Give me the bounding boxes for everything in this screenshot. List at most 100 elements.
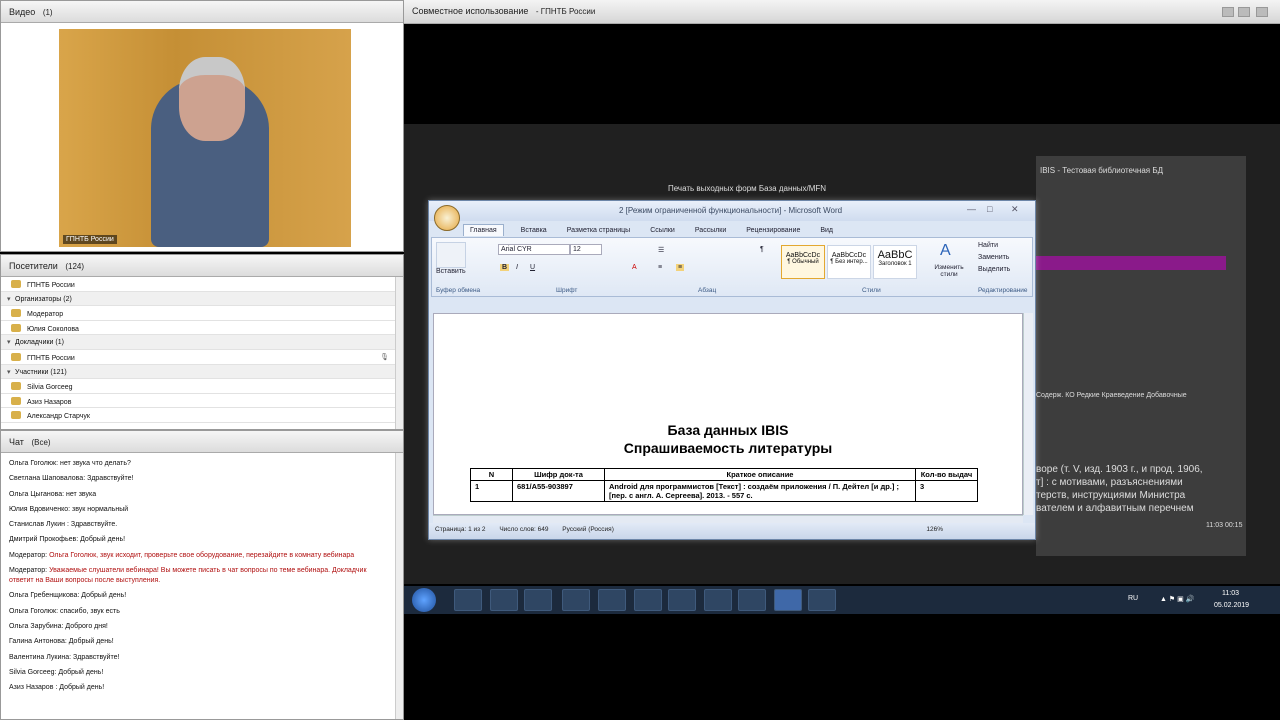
start-button-icon[interactable] xyxy=(412,588,436,612)
globe-icon[interactable] xyxy=(634,589,662,611)
chat-text: Добрый день! xyxy=(79,592,127,600)
chat-scrollbar[interactable] xyxy=(395,453,403,719)
explorer-icon[interactable] xyxy=(490,589,518,611)
attendee-row[interactable]: Азиз Назаров xyxy=(1,394,395,409)
select-button[interactable]: Выделить xyxy=(978,266,1010,273)
ribbon-tab[interactable]: Рецензирование xyxy=(743,225,803,236)
align-left-icon[interactable]: ≡ xyxy=(658,264,662,271)
font-name-select[interactable]: Arial CYR xyxy=(498,244,570,255)
attendee-group[interactable]: ▾ Участники (121) xyxy=(1,364,395,380)
attendee-row[interactable]: Александр Старчук xyxy=(1,408,395,423)
presenter-face xyxy=(179,57,245,141)
chat-text: Ольга Гоголюк, звук исходит, проверьте с… xyxy=(47,551,355,559)
attendee-list[interactable]: ГПНТБ России ▾ Организаторы (2) Модератор Юл… xyxy=(1,277,395,429)
ribbon-tab[interactable]: Рассылки xyxy=(692,225,729,236)
zoom-level[interactable]: 126% xyxy=(926,526,943,533)
attendee-row[interactable]: ГПНТБ России xyxy=(1,277,395,292)
find-button[interactable]: Найти xyxy=(978,242,998,249)
ribbon-tab[interactable]: Вставка xyxy=(518,225,550,236)
chat-author: Ольга Цыганова: xyxy=(9,490,65,498)
chat-message: Станислав Лукин : Здравствуйте. xyxy=(9,520,387,530)
style-heading-1[interactable]: AaBbC Заголовок 1 xyxy=(873,245,917,279)
italic-button[interactable]: I xyxy=(516,264,518,271)
font-size-select[interactable]: 12 xyxy=(570,244,602,255)
attendee-row[interactable]: Silvia Gorceeg xyxy=(1,379,395,394)
chat-pod-header[interactable]: Чат (Все) xyxy=(1,431,403,453)
attendee-scrollbar[interactable] xyxy=(395,277,403,429)
replace-button[interactable]: Заменить xyxy=(978,254,1009,261)
font-color-button[interactable]: A xyxy=(632,264,637,271)
attendees-count: (124) xyxy=(65,262,85,271)
pod-menu-icon[interactable] xyxy=(1256,7,1268,17)
expand-caret-icon[interactable]: ▾ xyxy=(7,338,15,346)
office-button-icon[interactable] xyxy=(434,205,460,231)
word-window[interactable]: 2 [Режим ограниченной функциональности] … xyxy=(428,200,1036,540)
ibis-app-icon[interactable] xyxy=(668,589,696,611)
word-minimize-icon[interactable]: — xyxy=(967,204,976,214)
pod-minimize-icon[interactable] xyxy=(1222,7,1234,17)
word-maximize-icon[interactable]: □ xyxy=(987,204,992,214)
paste-icon[interactable] xyxy=(436,242,466,268)
table-header-row: N Шифр док-та Краткое описание Кол-во вы… xyxy=(470,468,978,481)
chat-message: Юлия Вдовиченко: звук нормальный xyxy=(9,505,387,515)
ibis-app-icon-4[interactable] xyxy=(808,589,836,611)
attendee-group[interactable]: ▾ Организаторы (2) xyxy=(1,291,395,307)
chat-author: Ольга Гоголюк: xyxy=(9,460,59,467)
ribbon-tabs: Главная Вставка Разметка страницы Ссылки Рас… xyxy=(429,221,1035,236)
video-pod-header[interactable]: Видео (1) xyxy=(1,1,403,23)
chat-author: Светлана Шаповалова: xyxy=(9,475,86,483)
ibis-selection-bar xyxy=(1036,256,1226,270)
taskbar: RU ▲ ⚑ ▣ 🔊 11:03 05.02.2019 xyxy=(404,586,1280,614)
attendee-row[interactable]: Юлия Соколова xyxy=(1,321,395,336)
clock-time[interactable]: 11:03 xyxy=(1222,590,1239,597)
attendee-row[interactable]: Модератор xyxy=(1,306,395,321)
media-player-icon[interactable] xyxy=(524,589,552,611)
ie-icon[interactable] xyxy=(454,589,482,611)
chat-author: Юлия Вдовиченко: xyxy=(9,505,71,513)
attendee-label: Александр Старчук xyxy=(27,413,90,421)
ibis-side-text-4: вателем и алфавитным перечнем xyxy=(1036,503,1194,514)
ribbon-tab[interactable]: Разметка страницы xyxy=(564,225,634,236)
doc-title-2: Спрашиваемость литературы xyxy=(623,440,833,456)
style-normal[interactable]: AaBbCcDc ¶ Обычный xyxy=(781,245,825,279)
print-window-title: Печать выходных форм База данных/MFN xyxy=(668,184,827,193)
style-no-spacing[interactable]: AaBbCcDc ¶ Без интер... xyxy=(827,245,871,279)
word-close-icon[interactable]: ✕ xyxy=(1011,204,1019,215)
align-center-icon[interactable]: ≡ xyxy=(676,264,685,271)
video-pod: Видео (1) ГПНТБ России xyxy=(0,0,404,252)
chat-message: Галина Антонова: Добрый день! xyxy=(9,637,387,647)
clock-date[interactable]: 05.02.2019 xyxy=(1214,602,1249,609)
bold-button[interactable]: B xyxy=(500,264,510,271)
change-styles-button[interactable]: Изменить стили xyxy=(930,264,968,278)
expand-caret-icon[interactable]: ▾ xyxy=(7,368,15,376)
ribbon-tab[interactable]: Главная xyxy=(463,224,504,236)
user-icon xyxy=(11,280,21,288)
attendees-pod-header[interactable]: Посетители (124) xyxy=(1,255,403,277)
pod-restore-icon[interactable] xyxy=(1238,7,1250,17)
ibis-tabs-line: Содерж. КО Редкие Краеведение Добавочные xyxy=(1036,392,1187,399)
keyboard-language[interactable]: RU xyxy=(1128,595,1138,602)
attendee-row[interactable]: ГПНТБ России 🎙 xyxy=(1,350,395,365)
word-taskbar-icon[interactable] xyxy=(774,589,802,611)
doc-vertical-scrollbar[interactable] xyxy=(1023,313,1033,515)
chrome-icon[interactable] xyxy=(562,589,590,611)
paste-button[interactable]: Вставить xyxy=(436,268,466,275)
ibis-app-icon-2[interactable] xyxy=(704,589,732,611)
tray-icons[interactable]: ▲ ⚑ ▣ 🔊 xyxy=(1160,595,1194,603)
group-paragraph: Абзац xyxy=(698,287,717,294)
bullets-icon[interactable]: ☰ xyxy=(658,246,664,254)
underline-button[interactable]: U xyxy=(530,264,535,271)
ribbon-tab[interactable]: Ссылки xyxy=(647,225,678,236)
ibis-app-icon-3[interactable] xyxy=(738,589,766,611)
pilcrow-icon[interactable]: ¶ xyxy=(760,246,764,253)
ribbon-tab[interactable]: Вид xyxy=(817,225,836,236)
attendee-label: ГПНТБ России xyxy=(27,282,75,289)
excel-icon[interactable] xyxy=(598,589,626,611)
share-title: Совместное использование xyxy=(412,6,529,16)
chat-message: Светлана Шаповалова: Здравствуйте! xyxy=(9,474,387,484)
attendee-group[interactable]: ▾ Докладчики (1) xyxy=(1,335,395,350)
document-page[interactable]: База данных IBIS Спрашиваемость литерату… xyxy=(433,313,1023,515)
expand-caret-icon[interactable]: ▾ xyxy=(7,295,15,303)
share-pod-header[interactable]: Совместное использование - ГПНТБ России xyxy=(404,0,1280,24)
attendees-pod: Посетители (124) ГПНТБ России ▾ Организато… xyxy=(0,254,404,430)
